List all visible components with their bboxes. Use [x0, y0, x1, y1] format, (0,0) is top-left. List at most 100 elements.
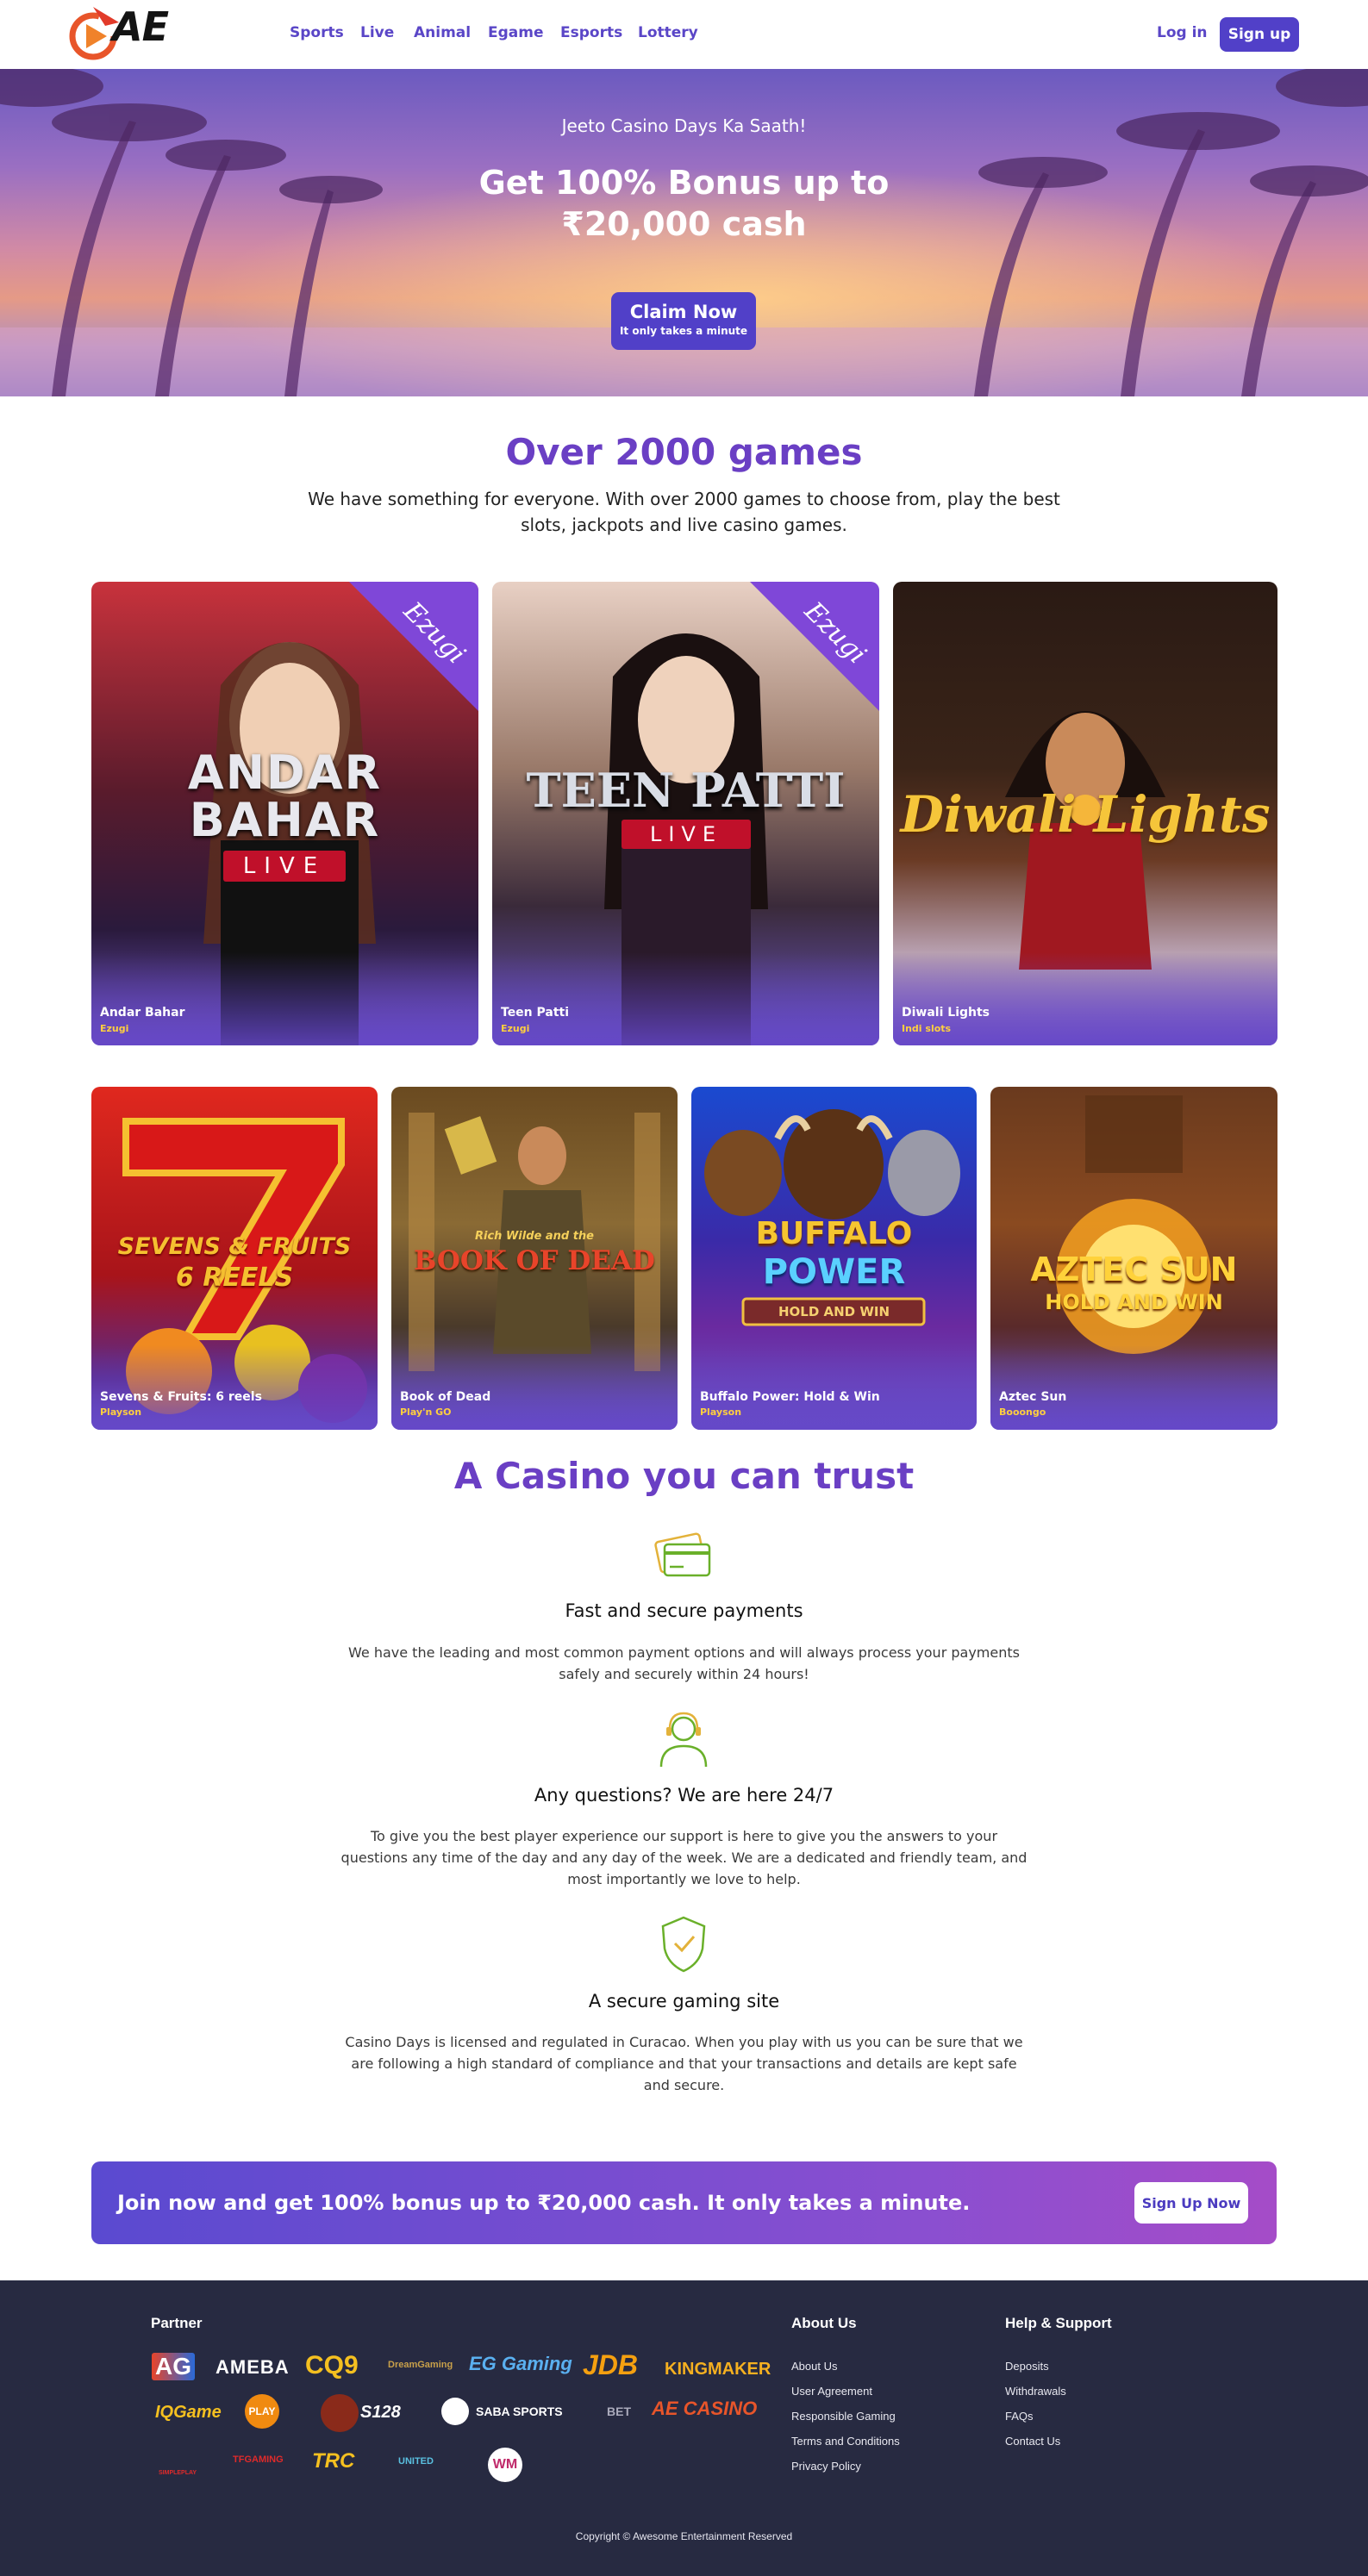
footer-link-about-us[interactable]: About Us [791, 2360, 837, 2373]
game-card-teen-patti[interactable]: Ezugi TEEN PATTI LIVE Teen Patti Ezugi [492, 582, 879, 1045]
game-card-buffalo-power[interactable]: BUFFALO POWER HOLD AND WIN Buffalo Power… [691, 1087, 977, 1430]
trust-heading-secure: A secure gaming site [588, 1991, 780, 2012]
art-title-line1: SEVENS & FRUITS [117, 1233, 352, 1260]
partner-logo-tfgaming[interactable]: TFGAMING [233, 2454, 284, 2465]
game-card-sevens-fruits[interactable]: SEVENS & FRUITS 6 REELS Sevens & Fruits:… [91, 1087, 378, 1430]
footer-link-user-agreement[interactable]: User Agreement [791, 2385, 872, 2398]
art-title-line1: TEEN PATTI [526, 763, 846, 818]
art-title-line2: BAHAR [189, 793, 381, 847]
top-header: AE Sports Live Animal Egame Esports Lott… [0, 0, 1368, 69]
partner-logo-ameba[interactable]: AMEBA [216, 2356, 290, 2379]
footer-link-faqs[interactable]: FAQs [1005, 2410, 1034, 2423]
art-title: BOOK OF DEAD [414, 1245, 655, 1276]
nav-egame[interactable]: Egame [488, 24, 544, 41]
about-heading: About Us [791, 2315, 857, 2331]
game-provider: Ezugi [501, 1023, 530, 1034]
claim-now-sublabel: It only takes a minute [619, 325, 748, 337]
game-title: Aztec Sun [999, 1390, 1067, 1404]
art-tag: HOLD AND WIN [1045, 1290, 1223, 1314]
partner-logo-dreamgaming[interactable]: DreamGaming [388, 2360, 453, 2370]
game-provider: Booongo [999, 1407, 1046, 1418]
art-title: AZTEC SUN [1030, 1251, 1238, 1288]
games-title: Over 2000 games [505, 431, 863, 473]
trust-text-secure: Casino Days is licensed and regulated in… [345, 2034, 1023, 2093]
copyright: Copyright © Awesome Entertainment Reserv… [575, 2530, 793, 2542]
card-gradient [492, 952, 879, 1045]
live-tag: LIVE [223, 851, 346, 882]
game-card-book-of-dead[interactable]: Rich Wilde and the BOOK OF DEAD Book of … [391, 1087, 678, 1430]
sign-up-now-button[interactable]: Sign Up Now [1134, 2182, 1248, 2224]
hero-title: Get 100% Bonus up to ₹20,000 cash [0, 162, 1368, 245]
partner-logo-kingmaker[interactable]: KINGMAKER [665, 2360, 771, 2380]
nav-lottery[interactable]: Lottery [638, 24, 698, 41]
game-provider: Playson [700, 1407, 742, 1418]
footer-link-contact[interactable]: Contact Us [1005, 2435, 1060, 2448]
help-heading: Help & Support [1005, 2315, 1112, 2331]
footer-link-withdrawals[interactable]: Withdrawals [1005, 2385, 1066, 2398]
shield-check-icon [661, 1916, 706, 1973]
partner-logo-ag[interactable]: AG [152, 2353, 195, 2380]
logo-text[interactable]: AE [112, 3, 169, 50]
game-card-aztec-sun[interactable]: AZTEC SUN HOLD AND WIN Aztec Sun Booongo [990, 1087, 1277, 1430]
art-title: Diwali Lights [900, 785, 1271, 844]
footer-link-responsible-gaming[interactable]: Responsible Gaming [791, 2410, 896, 2423]
art-subtitle: Rich Wilde and the [475, 1230, 594, 1243]
partner-logo-wm[interactable]: WM [488, 2448, 522, 2482]
partner-logo-saba-mark [441, 2398, 469, 2425]
live-tag: LIVE [622, 820, 751, 849]
trust-text-payments: We have the leading and most common paym… [348, 1644, 1020, 1682]
partner-logo-s128[interactable]: S128 [360, 2403, 401, 2423]
art-title-line2: 6 REELS [175, 1263, 294, 1293]
partner-heading: Partner [151, 2315, 203, 2331]
nav-animal[interactable]: Animal [414, 24, 471, 41]
partner-logo-saba[interactable]: SABA SPORTS [476, 2404, 563, 2418]
art-tag: HOLD AND WIN [778, 1304, 890, 1319]
hero-title-line2: ₹20,000 cash [561, 205, 807, 243]
game-provider: Play'n GO [400, 1407, 452, 1418]
game-card-diwali-lights[interactable]: Diwali Lights Diwali Lights Indi slots [893, 582, 1277, 1045]
signup-banner-text: Join now and get 100% bonus up to ₹20,00… [117, 2191, 971, 2215]
trust-title: A Casino you can trust [453, 1455, 915, 1497]
signup-button[interactable]: Sign up [1220, 17, 1299, 52]
claim-now-label: Claim Now [629, 302, 738, 322]
game-title: Book of Dead [400, 1390, 491, 1404]
hero-banner: Jeeto Casino Days Ka Saath! Get 100% Bon… [0, 69, 1368, 396]
art-title-line1: ANDAR [187, 745, 383, 800]
signup-banner: Join now and get 100% bonus up to ₹20,00… [91, 2161, 1277, 2244]
nav-live[interactable]: Live [360, 24, 394, 41]
partner-logo-play[interactable]: PLAY [245, 2394, 279, 2429]
support-agent-icon [659, 1712, 708, 1768]
nav-sports[interactable]: Sports [290, 24, 344, 41]
card-gradient [91, 952, 478, 1045]
game-title: Teen Patti [501, 1006, 570, 1020]
partner-logo-ae-casino[interactable]: AE CASINO [652, 2398, 757, 2420]
footer-link-privacy[interactable]: Privacy Policy [791, 2460, 861, 2473]
game-provider: Ezugi [100, 1023, 129, 1034]
art-title-line1: BUFFALO [755, 1216, 913, 1251]
nav-esports[interactable]: Esports [560, 24, 622, 41]
partner-logo-eg[interactable]: EG Gaming [469, 2353, 572, 2375]
game-provider: Indi slots [902, 1023, 952, 1034]
partner-logo-united[interactable]: UNITED [398, 2456, 434, 2467]
game-provider: Playson [100, 1407, 142, 1418]
partner-logo-simpleplay[interactable]: SIMPLEPLAY [159, 2444, 197, 2479]
claim-now-button[interactable]: Claim Now It only takes a minute [611, 292, 756, 350]
game-card-andar-bahar[interactable]: Ezugi ANDAR BAHAR LIVE Andar Bahar Ezugi [91, 582, 478, 1045]
game-title: Andar Bahar [100, 1006, 185, 1020]
partner-logo-s128-mark [321, 2394, 359, 2432]
partner-logo-bet[interactable]: BET [607, 2404, 631, 2418]
credit-card-icon [654, 1532, 711, 1577]
login-link[interactable]: Log in [1157, 24, 1208, 41]
partner-logo-trc[interactable]: TRC [312, 2449, 354, 2473]
trust-heading-payments: Fast and secure payments [565, 1600, 803, 1621]
game-title: Sevens & Fruits: 6 reels [100, 1390, 262, 1404]
footer-link-deposits[interactable]: Deposits [1005, 2360, 1049, 2373]
footer-link-terms[interactable]: Terms and Conditions [791, 2435, 900, 2448]
partner-logo-iqgame[interactable]: IQGame [155, 2403, 222, 2423]
trust-text-support: To give you the best player experience o… [340, 1828, 1028, 1887]
partner-logo-cq9[interactable]: CQ9 [305, 2351, 359, 2380]
hero-subtitle: Jeeto Casino Days Ka Saath! [561, 115, 807, 136]
partner-logo-jdb[interactable]: JDB [583, 2349, 638, 2381]
hero-title-line1: Get 100% Bonus up to [478, 164, 890, 202]
game-title: Diwali Lights [902, 1006, 990, 1020]
